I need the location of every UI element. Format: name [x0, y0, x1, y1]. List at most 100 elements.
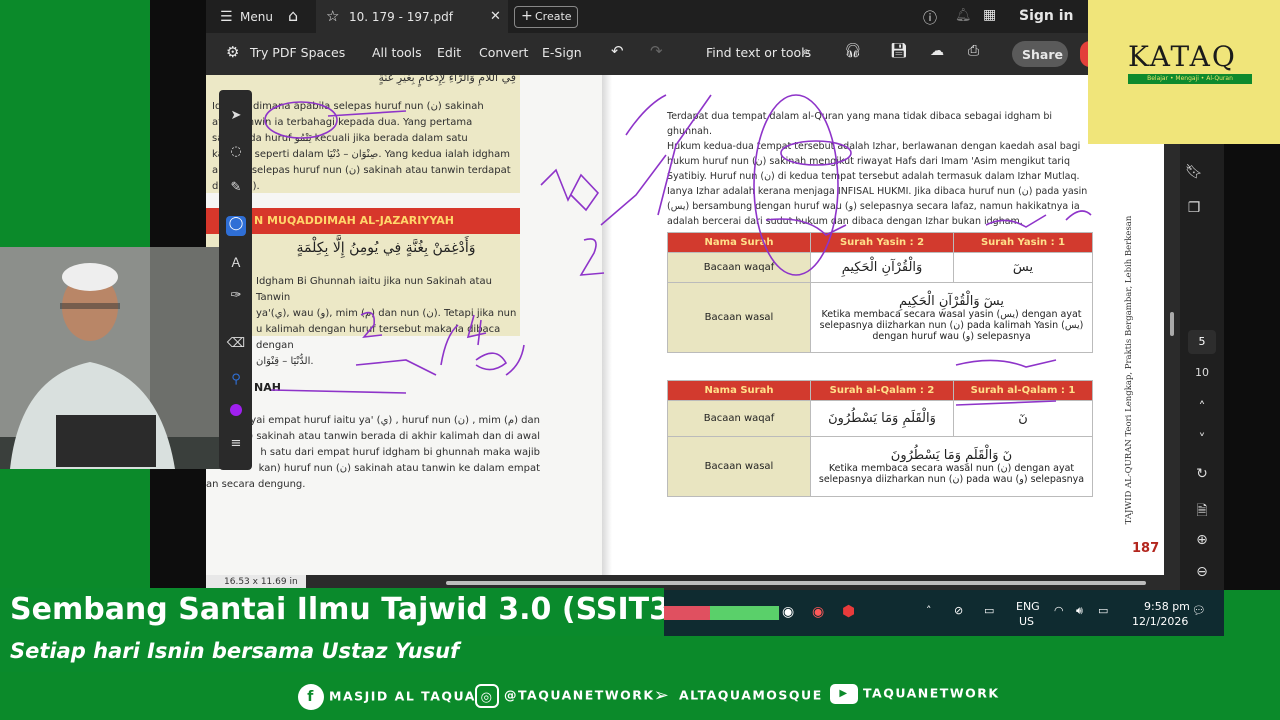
annotation-arabic-script — [955, 359, 1057, 368]
read-aloud-icon[interactable]: 🎧︎ — [844, 43, 862, 59]
logo-name: KATAQ — [1128, 40, 1237, 73]
title-banner: Sembang Santai Ilmu Tajwid 3.0 (SSIT3) — [0, 588, 684, 636]
chevron-down-icon[interactable]: ˅ — [1172, 432, 1232, 448]
facebook-label: MASJID AL TAQUA — [329, 688, 476, 704]
esign-menu[interactable]: E-Sign — [542, 45, 582, 60]
banner-title: Sembang Santai Ilmu Tajwid 3.0 (SSIT3) — [10, 592, 684, 627]
document-icon[interactable]: 🗎︎ — [1172, 500, 1232, 524]
more-menu-icon[interactable]: ≡ — [226, 436, 246, 456]
save-icon[interactable]: 💾︎ — [890, 43, 908, 59]
wifi-icon[interactable]: ◠ — [1054, 604, 1064, 617]
right-sidebar: 🔖︎ ❐ 5 10 ˄ ˅ ↻ 🗎︎ ⊕ ⊖ — [1164, 144, 1224, 590]
total-pages-label: 10 — [1195, 366, 1209, 379]
network-off-icon[interactable]: ⊘ — [954, 604, 963, 617]
language-region[interactable]: US — [1019, 615, 1034, 628]
notification-icon[interactable]: 💬︎ — [1192, 604, 1206, 617]
home-icon[interactable]: ⌂ — [288, 6, 298, 25]
color-swatch-icon[interactable] — [226, 404, 246, 424]
chrome-icon[interactable]: ◉ — [782, 604, 794, 620]
telegram-icon: ➢ — [653, 685, 671, 706]
acrobat-tabbar: ☰ Menu ⌂ ☆ 10. 179 - 197.pdf ✕ + Create … — [206, 0, 1088, 33]
redo-icon[interactable]: ↷ — [650, 42, 663, 60]
search-icon[interactable]: ⌕ — [802, 42, 810, 60]
sign-in-button[interactable]: Sign in — [1019, 8, 1074, 24]
convert-menu[interactable]: Convert — [479, 45, 528, 60]
chrome-icon-2[interactable]: ◉ — [812, 604, 824, 620]
pin-icon[interactable]: ⚲ — [226, 372, 246, 392]
presenter-image — [0, 247, 232, 469]
edit-menu[interactable]: Edit — [437, 45, 461, 60]
plus-icon: + — [521, 8, 533, 24]
taskbar-apps[interactable] — [664, 606, 779, 620]
apps-grid-icon[interactable]: ▦ — [983, 7, 996, 23]
text-box-icon[interactable]: Ａ — [226, 252, 246, 272]
lasso-icon[interactable]: ◯ — [226, 216, 246, 236]
scroll-thumb[interactable] — [446, 581, 1146, 585]
all-tools-menu[interactable]: All tools — [372, 45, 422, 60]
annotation-stroke — [600, 154, 667, 226]
annotation-star — [540, 168, 600, 212]
language-code[interactable]: ENG — [1016, 600, 1040, 613]
chevron-up-icon[interactable]: ˄ — [1172, 400, 1232, 416]
annotation-circle — [780, 140, 852, 166]
chevron-up-tray-icon[interactable]: ˄ — [926, 604, 932, 617]
vertical-scroll-thumb[interactable] — [1170, 312, 1174, 336]
undo-icon[interactable]: ↶ — [611, 42, 624, 60]
annotation-four — [466, 314, 487, 346]
clock-time[interactable]: 9:58 pm — [1144, 600, 1190, 613]
current-page-field[interactable]: 5 — [1188, 330, 1216, 354]
share-button[interactable]: Share — [1012, 41, 1068, 67]
youtube-link[interactable]: ▶ TAQUANETWORK — [830, 684, 1000, 704]
facebook-icon: f — [298, 684, 324, 710]
kataq-logo: KATAQ Belajar • Mengaji • Al-Quran — [1088, 0, 1280, 144]
print-icon[interactable]: ⎙ — [968, 43, 979, 59]
youtube-label: TAQUANETWORK — [863, 685, 1000, 701]
annotation-underline — [270, 389, 407, 394]
bell-icon[interactable]: 🔔︎ — [955, 8, 972, 23]
annotation-stroke — [625, 94, 667, 136]
clock-date[interactable]: 12/1/2026 — [1132, 615, 1188, 628]
bookmarks-icon[interactable]: 🔖︎ — [1164, 164, 1224, 180]
find-text-input[interactable]: Find text or tools — [706, 45, 811, 60]
youtube-icon: ▶ — [830, 684, 858, 704]
battery-icon[interactable]: ▭ — [1098, 604, 1108, 617]
share-label: Share — [1022, 47, 1063, 62]
pdf-document-view[interactable]: فِي اللّامِ وَالرَّاءِ لِإِدْغَامٍ بِغَي… — [206, 75, 1164, 575]
presenter-webcam — [0, 247, 232, 469]
hamburger-icon[interactable]: ☰ — [220, 9, 233, 25]
eraser-icon[interactable]: ⌫ — [226, 336, 246, 356]
stamp-icon[interactable]: ✑ — [226, 288, 246, 308]
annotation-arabic-script — [440, 324, 525, 376]
help-icon[interactable]: ⓘ — [923, 8, 937, 28]
windows-taskbar: ◉ ◉ ⬢ ˄ ⊘ ▭ ENG US ◠ 🔊︎ ▭ 9:58 pm 12/1/2… — [664, 590, 1224, 636]
spaces-icon[interactable]: ⚙ — [226, 43, 239, 61]
pen-annotations — [264, 94, 1092, 406]
tab-title: 10. 179 - 197.pdf — [349, 10, 453, 24]
subtitle-banner: Setiap hari Isnin bersama Ustaz Yusuf — [0, 636, 470, 672]
menu-label[interactable]: Menu — [240, 10, 273, 24]
star-icon[interactable]: ☆ — [326, 7, 339, 25]
select-cursor-icon[interactable]: ➤ — [226, 108, 246, 128]
volume-icon[interactable]: 🔊︎ — [1076, 604, 1083, 618]
refresh-icon[interactable]: ↻ — [1172, 466, 1232, 482]
upload-cloud-icon[interactable]: ☁ — [930, 43, 944, 59]
instagram-icon: ◎ — [475, 684, 499, 708]
zoom-out-icon[interactable]: ⊖ — [1172, 564, 1232, 580]
pen-icon[interactable]: ✎ — [226, 180, 246, 200]
pages-icon[interactable]: ❐ — [1164, 200, 1224, 216]
create-button[interactable]: + Create — [514, 6, 578, 28]
zoom-in-icon[interactable]: ⊕ — [1172, 532, 1232, 548]
tab-document[interactable]: ☆ 10. 179 - 197.pdf ✕ — [316, 0, 508, 33]
try-pdf-spaces-button[interactable]: Try PDF Spaces — [250, 45, 345, 60]
annotation-underline — [955, 400, 1057, 406]
acrobat-icon[interactable]: ⬢ — [842, 602, 855, 620]
telegram-link[interactable]: ➢ ALTAQUAMOSQUE — [650, 684, 823, 708]
instagram-link[interactable]: ◎ @TAQUANETWORK — [475, 684, 655, 708]
banner-subtitle: Setiap hari Isnin bersama Ustaz Yusuf — [10, 639, 460, 663]
facebook-link[interactable]: f MASJID AL TAQUA — [298, 684, 476, 710]
black-strip-right — [1224, 144, 1280, 590]
comment-icon[interactable]: ◌ — [226, 144, 246, 164]
pen-toolbar: ➤ ◌ ✎ ◯ Ａ ✑ ⌫ ⚲ ≡ — [219, 90, 252, 470]
display-icon[interactable]: ▭ — [984, 604, 994, 617]
close-tab-icon[interactable]: ✕ — [490, 9, 501, 24]
